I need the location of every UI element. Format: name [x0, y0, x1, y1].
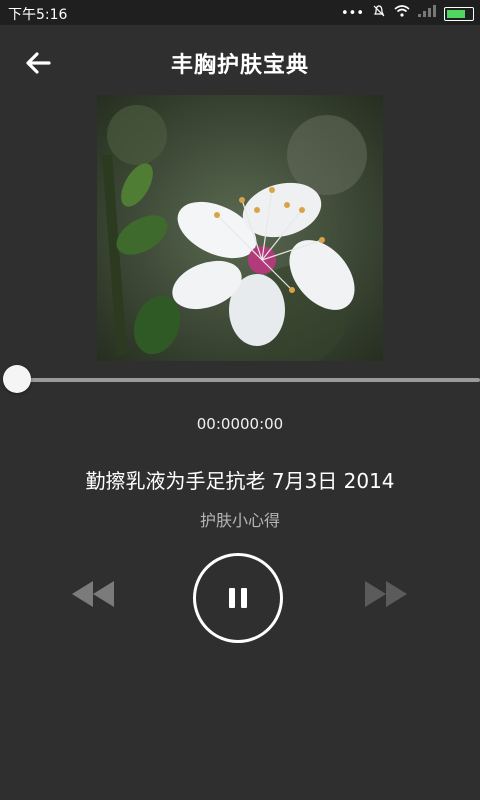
track-subtitle: 护肤小心得 — [199, 511, 280, 530]
mute-icon — [372, 4, 386, 23]
time-display: 00:0000:00 — [196, 415, 284, 433]
header: 丰胸护肤宝典 — [0, 25, 480, 95]
page-title: 丰胸护肤宝典 — [170, 53, 309, 78]
pause-icon — [229, 588, 247, 608]
playback-controls — [0, 550, 480, 643]
rewind-button[interactable] — [71, 579, 115, 609]
track-title: 勤擦乳液为手足抗老 7月3日 2014 — [85, 469, 395, 493]
progress-thumb[interactable] — [3, 365, 31, 393]
fast-forward-icon — [365, 581, 407, 607]
pause-button[interactable] — [193, 553, 283, 643]
battery-icon — [444, 6, 474, 21]
status-time: 下午5:16 — [8, 7, 68, 23]
more-icon: ••• — [340, 5, 364, 21]
signal-icon — [418, 5, 436, 22]
status-icons: ••• — [341, 4, 474, 23]
fast-forward-button[interactable] — [364, 579, 408, 609]
progress-bar[interactable] — [3, 365, 480, 393]
rewind-icon — [72, 581, 114, 607]
flower-image — [97, 95, 383, 361]
status-bar: 下午5:16 ••• — [0, 0, 480, 25]
progress-track — [18, 378, 480, 382]
album-cover — [97, 95, 383, 361]
wifi-icon — [394, 4, 410, 23]
